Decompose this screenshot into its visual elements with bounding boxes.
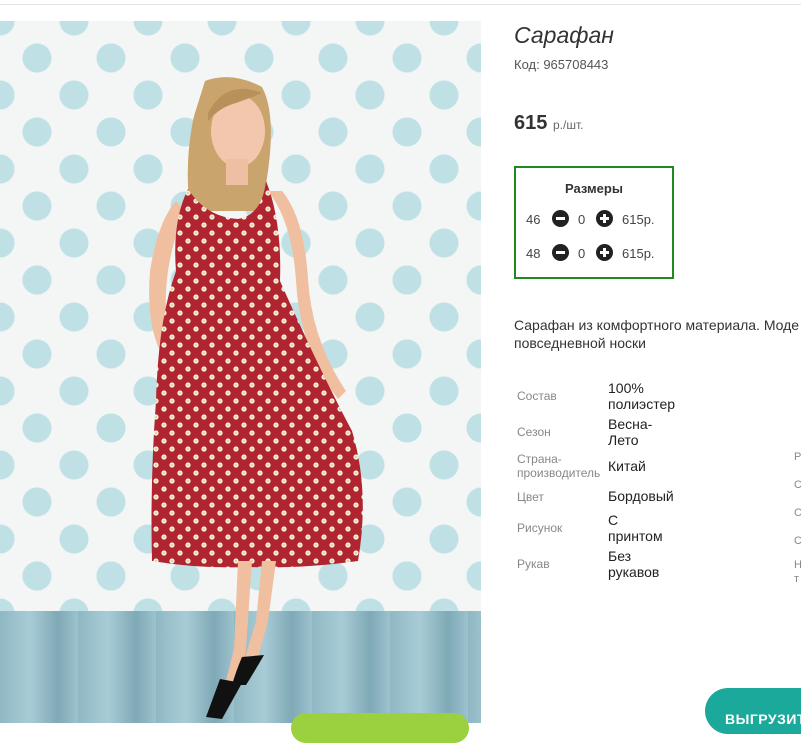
- cropped-text: Н: [794, 559, 801, 571]
- cropped-text: С: [794, 507, 801, 519]
- attribute-label: Цвет: [517, 490, 544, 504]
- model-figure: [149, 77, 363, 719]
- attribute-value: Бордовый: [608, 488, 674, 504]
- cropped-text: С: [794, 479, 801, 491]
- attribute-value: Китай: [608, 458, 646, 474]
- attribute-label: Страна- производитель: [517, 452, 601, 480]
- product-title: Сарафан: [514, 22, 614, 48]
- cropped-text: т: [794, 573, 800, 585]
- size-quantity: 0: [578, 212, 586, 227]
- cropped-text: Р: [794, 451, 801, 463]
- size-quantity: 0: [578, 246, 586, 261]
- price-unit: р./шт.: [553, 118, 584, 132]
- sizes-title: Размеры: [565, 181, 623, 196]
- product-photo[interactable]: [0, 21, 481, 723]
- size-price: 615р.: [622, 212, 655, 227]
- attribute-label: Рисунок: [517, 521, 563, 535]
- attribute-label: Состав: [517, 389, 557, 403]
- product-code: Код: 965708443: [514, 57, 609, 72]
- minus-circle-icon[interactable]: [552, 244, 569, 261]
- size-number: 46: [526, 212, 541, 227]
- export-button[interactable]: ВЫГРУЗИТ: [705, 688, 801, 734]
- attribute-label: Сезон: [517, 425, 551, 439]
- cropped-text: С: [794, 535, 801, 547]
- top-divider: [0, 4, 801, 5]
- product-description: Сарафан из комфортного материала. Моде п…: [514, 316, 801, 352]
- green-action-button[interactable]: [291, 713, 469, 743]
- plus-circle-icon[interactable]: [596, 210, 613, 227]
- size-price: 615р.: [622, 246, 655, 261]
- description-line: Сарафан из комфортного материала. Моде: [514, 317, 800, 333]
- attribute-value: С принтом: [608, 512, 663, 544]
- attribute-value: Весна- Лето: [608, 416, 653, 448]
- plus-circle-icon[interactable]: [596, 244, 613, 261]
- product-price: 615: [514, 112, 548, 134]
- attribute-label: Рукав: [517, 557, 550, 571]
- description-line: повседневной носки: [514, 335, 646, 351]
- attribute-value: Без рукавов: [608, 548, 660, 580]
- export-button-label: ВЫГРУЗИТ: [725, 711, 801, 727]
- size-number: 48: [526, 246, 541, 261]
- sizes-panel: Размеры 46 0 615р. 48 0 615р.: [514, 166, 674, 279]
- minus-circle-icon[interactable]: [552, 210, 569, 227]
- attribute-value: 100% полиэстер: [608, 380, 676, 412]
